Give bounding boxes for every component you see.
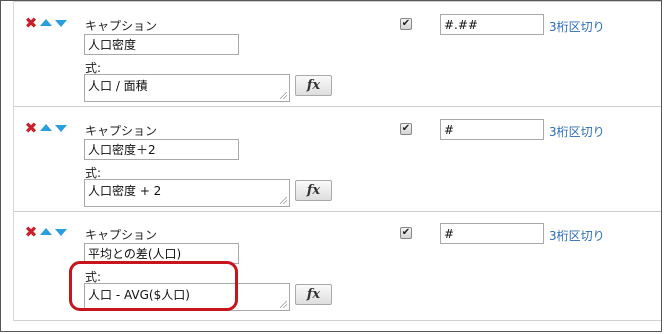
visible-checkbox[interactable]: ✔ <box>400 18 412 30</box>
format-input[interactable] <box>440 223 544 244</box>
formula-textarea[interactable]: 人口密度 + 2 <box>84 179 290 207</box>
field-row: ✖ キャプション 式: 人口密度 + 2 fx ✔ 3桁区切り <box>14 107 661 211</box>
row-controls: ✖ <box>24 225 74 240</box>
field-row: ✖ キャプション 式: 人口 / 面積 fx ✔ 3桁区切り <box>14 2 661 106</box>
caption-label: キャプション <box>85 124 158 138</box>
move-down-icon[interactable] <box>55 20 67 27</box>
delete-icon[interactable]: ✖ <box>24 121 38 136</box>
thousands-separator-link[interactable]: 3桁区切り <box>549 227 605 244</box>
formula-text: 人口 / 面積 <box>88 79 148 93</box>
row-controls: ✖ <box>24 16 74 31</box>
formula-textarea[interactable]: 人口 / 面積 <box>84 74 290 102</box>
resize-grip-icon[interactable] <box>280 92 287 99</box>
caption-label: キャプション <box>85 19 158 33</box>
delete-icon[interactable]: ✖ <box>24 16 38 31</box>
row-controls: ✖ <box>24 121 74 136</box>
move-up-icon[interactable] <box>40 124 52 131</box>
format-input[interactable] <box>440 119 544 140</box>
fx-button[interactable]: fx <box>295 180 332 201</box>
fx-button[interactable]: fx <box>295 75 332 96</box>
caption-input[interactable] <box>84 34 239 55</box>
resize-grip-icon[interactable] <box>280 197 287 204</box>
move-down-icon[interactable] <box>55 125 67 132</box>
checkmark-icon: ✔ <box>401 18 411 29</box>
formula-text: 人口密度 + 2 <box>88 184 162 198</box>
caption-label: キャプション <box>85 228 158 242</box>
delete-icon[interactable]: ✖ <box>24 225 38 240</box>
thousands-separator-link[interactable]: 3桁区切り <box>549 123 605 140</box>
highlight-annotation <box>69 261 238 311</box>
thousands-separator-link[interactable]: 3桁区切り <box>549 18 605 35</box>
resize-grip-icon[interactable] <box>280 301 287 308</box>
caption-input[interactable] <box>84 139 239 160</box>
calculated-fields-panel: ✖ キャプション 式: 人口 / 面積 fx ✔ 3桁区切り ✖ <box>13 1 661 321</box>
visible-checkbox[interactable]: ✔ <box>400 227 412 239</box>
visible-checkbox[interactable]: ✔ <box>400 123 412 135</box>
move-up-icon[interactable] <box>40 19 52 26</box>
move-down-icon[interactable] <box>55 229 67 236</box>
checkmark-icon: ✔ <box>401 123 411 134</box>
checkmark-icon: ✔ <box>401 227 411 238</box>
fx-button[interactable]: fx <box>295 284 332 305</box>
move-up-icon[interactable] <box>40 228 52 235</box>
screenshot-frame: ✖ キャプション 式: 人口 / 面積 fx ✔ 3桁区切り ✖ <box>0 0 662 332</box>
format-input[interactable] <box>440 14 544 35</box>
